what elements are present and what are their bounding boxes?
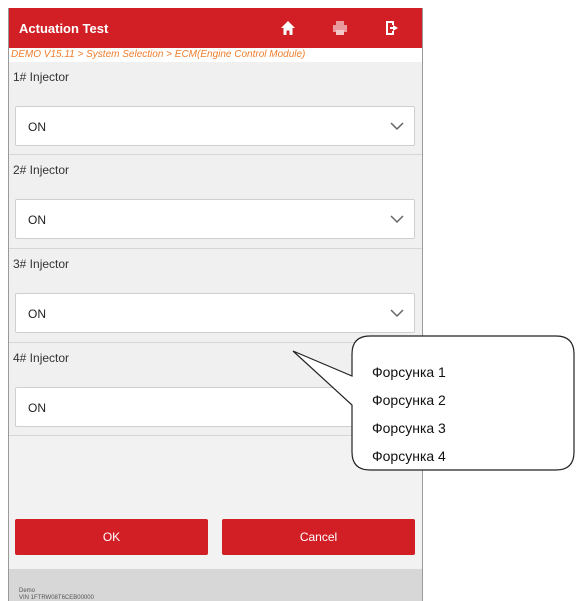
- callout-line-1: Форсунка 1: [372, 364, 446, 380]
- callout-bubble: [292, 335, 575, 471]
- callout-line-2: Форсунка 2: [372, 392, 446, 408]
- callout-line-4: Форсунка 4: [372, 448, 446, 464]
- callout-line-3: Форсунка 3: [372, 420, 446, 436]
